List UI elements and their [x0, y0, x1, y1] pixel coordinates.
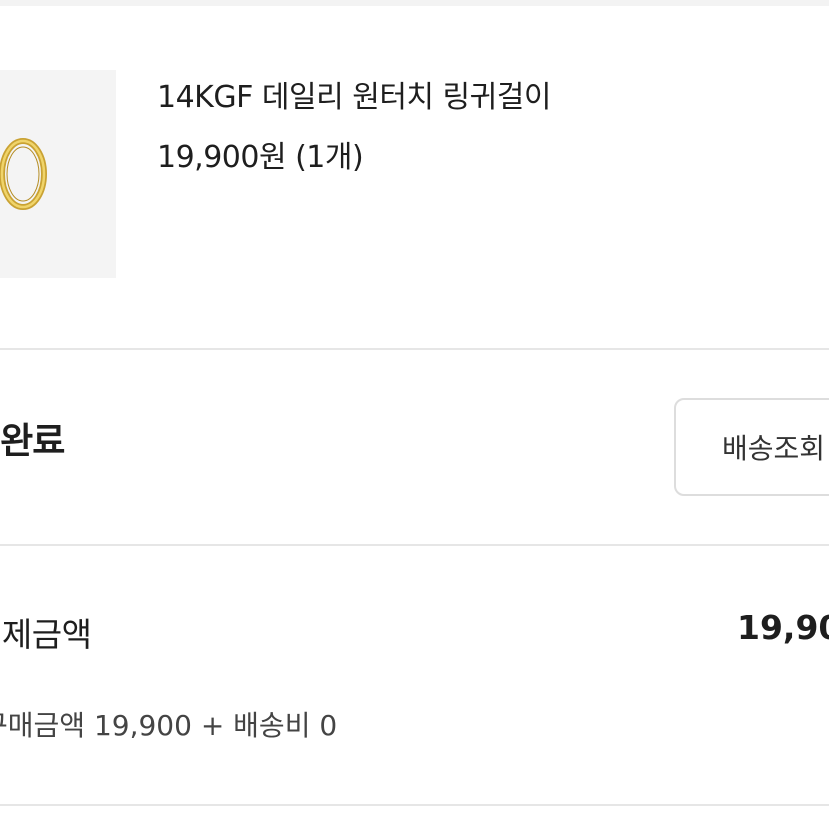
- divider: [0, 348, 829, 350]
- payment-label: 결제금액: [0, 615, 92, 654]
- top-strip: [0, 0, 829, 6]
- gold-hoop-earring-image: [0, 138, 47, 210]
- divider: [0, 804, 829, 806]
- track-delivery-button[interactable]: 배송조회: [674, 398, 829, 496]
- delivery-status: 송완료: [0, 421, 65, 462]
- order-detail-page: 14KGF 데일리 원터치 링귀걸이 19,900원 (1개) 송완료 배송조회…: [0, 0, 829, 829]
- payment-detail: 구매금액 19,900 + 배송비 0: [0, 709, 338, 742]
- divider: [0, 544, 829, 546]
- payment-amount: 19,90: [737, 608, 829, 647]
- product-thumbnail[interactable]: [0, 70, 116, 278]
- product-price-quantity: 19,900원 (1개): [157, 140, 364, 175]
- product-name[interactable]: 14KGF 데일리 원터치 링귀걸이: [157, 72, 551, 116]
